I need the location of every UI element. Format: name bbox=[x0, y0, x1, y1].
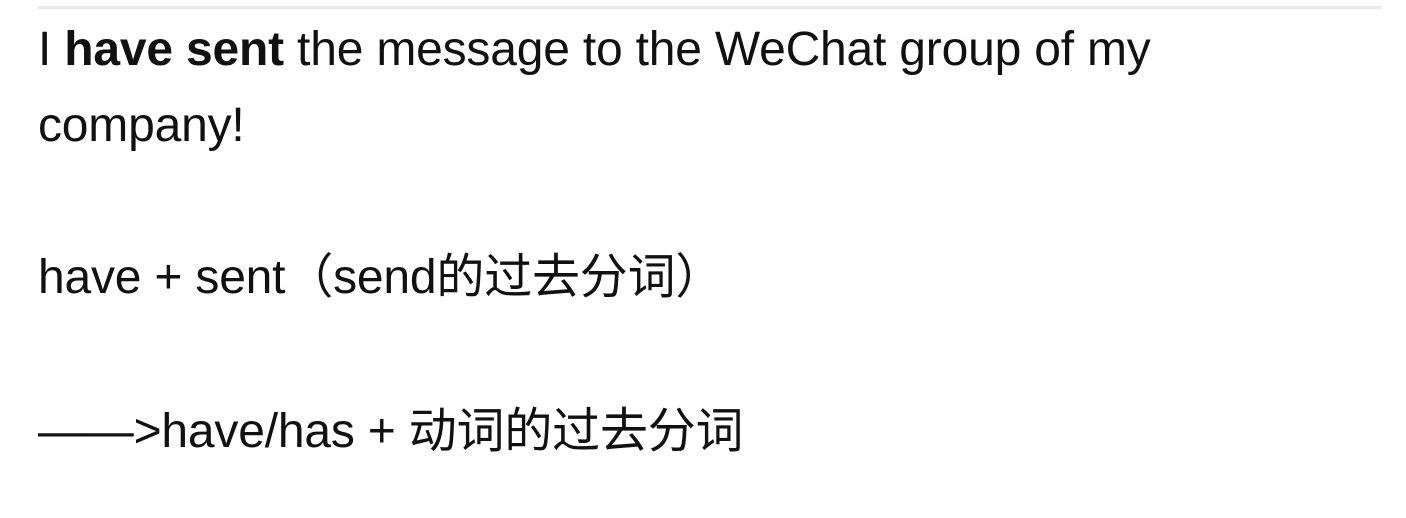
explanation-text: have + sent（send的过去分词） bbox=[38, 251, 724, 304]
grammar-rule-text: ——>have/has + 动词的过去分词 bbox=[38, 405, 744, 458]
example-sentence-line-2: company! bbox=[38, 88, 245, 164]
example-sentence-line-1: I have sent the message to the WeChat gr… bbox=[38, 12, 1151, 88]
sentence-prefix: I bbox=[38, 23, 65, 76]
sentence-bold-verb: have sent bbox=[64, 23, 284, 76]
explanation-line: have + sent（send的过去分词） bbox=[38, 240, 723, 316]
grammar-rule-line: ——>have/has + 动词的过去分词 bbox=[38, 394, 744, 470]
sentence-suffix-continued: company! bbox=[38, 99, 245, 152]
sentence-suffix: the message to the WeChat group of my bbox=[283, 23, 1151, 76]
top-divider bbox=[38, 6, 1382, 9]
